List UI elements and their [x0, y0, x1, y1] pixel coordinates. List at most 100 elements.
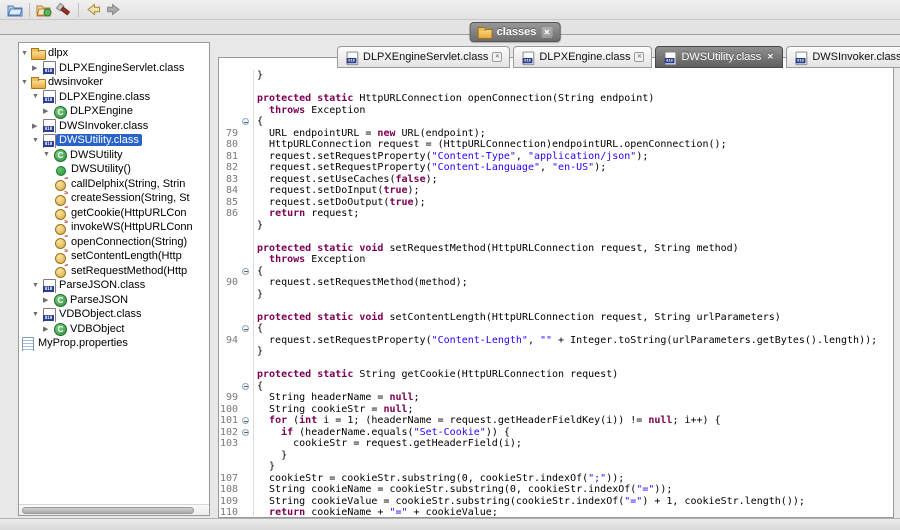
tree-item-label: callDelphix(String, Strin: [71, 178, 185, 190]
code-line: }: [220, 450, 892, 462]
line-number: [220, 369, 240, 381]
line-number: [220, 70, 240, 82]
open-type-button[interactable]: [34, 2, 54, 18]
code-line: 90 request.setRequestMethod(method);: [220, 277, 892, 289]
tree-item[interactable]: ▼ dlpx: [19, 46, 209, 61]
tree-item-label: MyProp.properties: [38, 337, 128, 349]
classfile-icon: [42, 61, 56, 74]
expand-arrow-icon[interactable]: ▼: [21, 79, 31, 86]
tab-close-icon[interactable]: ✕: [492, 52, 502, 62]
line-number: 102: [220, 427, 240, 439]
fold-collapse-icon[interactable]: [242, 325, 249, 332]
code-editor[interactable]: } protected static HttpURLConnection ope…: [218, 57, 894, 518]
classfile-icon: [664, 51, 677, 63]
search-button[interactable]: [54, 2, 74, 18]
line-number: 84: [220, 185, 240, 197]
workspace-tab-classes[interactable]: classes ✕: [470, 22, 561, 42]
code-text: return request;: [253, 208, 359, 220]
code-text: protected static String getCookie(HttpUR…: [253, 369, 618, 381]
code-line: protected static HttpURLConnection openC…: [220, 93, 892, 105]
tree-item[interactable]: ▼ dwsinvoker: [19, 75, 209, 90]
tree-item-label: DWSInvoker.class: [59, 120, 148, 132]
expand-arrow-icon[interactable]: ▶: [43, 325, 53, 333]
open-file-button[interactable]: [5, 2, 25, 18]
back-button[interactable]: [83, 2, 103, 18]
line-number: [220, 116, 240, 128]
line-number: 109: [220, 496, 240, 508]
tree-item[interactable]: setRequestMethod(Http: [19, 264, 209, 279]
line-number: 86: [220, 208, 240, 220]
tree-item[interactable]: ▼ ParseJSON.class: [19, 278, 209, 293]
properties-icon: [21, 337, 35, 350]
tab-close-icon[interactable]: ✕: [634, 52, 644, 62]
folding-ruler: [253, 70, 254, 516]
code-line: [220, 358, 892, 370]
editor-tab[interactable]: DLPXEngineServlet.class ✕: [337, 46, 510, 68]
close-icon[interactable]: ✕: [541, 27, 552, 38]
expand-arrow-icon[interactable]: ▼: [32, 311, 42, 318]
tree-item[interactable]: ▼ DWSUtility: [19, 148, 209, 163]
back-arrow-icon: [86, 3, 101, 16]
expand-arrow-icon[interactable]: ▼: [32, 282, 42, 289]
tree-item-label: DLPXEngine.class: [59, 91, 150, 103]
tree-horizontal-scrollbar[interactable]: [19, 504, 209, 515]
fold-collapse-icon[interactable]: [242, 118, 249, 125]
tree-item[interactable]: invokeWS(HttpURLConn: [19, 220, 209, 235]
editor-tab[interactable]: DWSUtility.class ✕: [655, 46, 783, 68]
tree-item[interactable]: setContentLength(Http: [19, 249, 209, 264]
tree-item[interactable]: ▶ DLPXEngineServlet.class: [19, 61, 209, 76]
editor-tab[interactable]: DWSInvoker.class ✕: [786, 46, 900, 68]
tree-item[interactable]: ▶ VDBObject: [19, 322, 209, 337]
expand-arrow-icon[interactable]: ▼: [43, 151, 53, 158]
line-number: 94: [220, 335, 240, 347]
tree-item[interactable]: ▼ VDBObject.class: [19, 307, 209, 322]
line-number: [220, 266, 240, 278]
tab-close-icon[interactable]: ✕: [765, 52, 775, 62]
tree-item[interactable]: openConnection(String): [19, 235, 209, 250]
line-number: [220, 93, 240, 105]
fold-collapse-icon[interactable]: [242, 417, 249, 424]
folder-icon: [31, 76, 45, 89]
tree-item-label: invokeWS(HttpURLConn: [71, 221, 193, 233]
tree-item[interactable]: ▶ DLPXEngine: [19, 104, 209, 119]
tree-item[interactable]: ▼ DWSUtility.class: [19, 133, 209, 148]
line-number: [220, 381, 240, 393]
tree-item[interactable]: ▶ DWSInvoker.class: [19, 119, 209, 134]
line-number: 99: [220, 392, 240, 404]
line-number: 108: [220, 484, 240, 496]
editor-tab-label: DLPXEngineServlet.class: [363, 51, 488, 63]
tree-item[interactable]: ▼ DLPXEngine.class: [19, 90, 209, 105]
line-number: [220, 254, 240, 266]
tree-item[interactable]: createSession(String, St: [19, 191, 209, 206]
tree-item[interactable]: DWSUtility(): [19, 162, 209, 177]
expand-arrow-icon[interactable]: ▶: [32, 64, 42, 72]
tree-item[interactable]: getCookie(HttpURLCon: [19, 206, 209, 221]
expand-arrow-icon[interactable]: ▶: [43, 296, 53, 304]
expand-arrow-icon[interactable]: ▼: [21, 50, 31, 57]
line-number: 90: [220, 277, 240, 289]
tree-item[interactable]: MyProp.properties: [19, 336, 209, 351]
expand-arrow-icon[interactable]: ▼: [32, 93, 42, 100]
folder-icon: [478, 27, 492, 38]
editor-tab[interactable]: DLPXEngine.class ✕: [513, 46, 652, 68]
line-number: [220, 323, 240, 335]
tree-item[interactable]: callDelphix(String, Strin: [19, 177, 209, 192]
expand-arrow-icon[interactable]: ▼: [32, 137, 42, 144]
fold-collapse-icon[interactable]: [242, 383, 249, 390]
expand-arrow-icon[interactable]: ▶: [32, 122, 42, 130]
fold-collapse-icon[interactable]: [242, 429, 249, 436]
classfile-icon: [42, 119, 56, 132]
code-text: {: [253, 116, 263, 128]
tree-item[interactable]: ▶ ParseJSON: [19, 293, 209, 308]
expand-arrow-icon[interactable]: ▶: [43, 107, 53, 115]
scrollbar-thumb[interactable]: [22, 507, 194, 514]
code-text: for (int i = 1; (headerName = request.ge…: [253, 415, 721, 427]
forward-button[interactable]: [103, 2, 123, 18]
class-icon: [53, 105, 67, 118]
code-text: cookieStr = request.getHeaderField(i);: [253, 438, 522, 450]
fold-collapse-icon[interactable]: [242, 268, 249, 275]
constructor-icon: [54, 163, 68, 176]
class-icon: [53, 293, 67, 306]
folder-icon: [31, 47, 45, 60]
code-line: }: [220, 461, 892, 473]
